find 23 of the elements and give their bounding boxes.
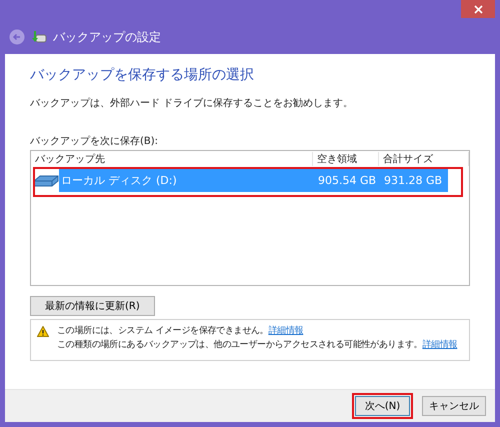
total-size: 931.28 GB — [384, 174, 444, 186]
description-text: バックアップは、外部ハード ドライブに保存することをお勧めします。 — [30, 96, 354, 110]
details-link[interactable]: 詳細情報 — [422, 338, 458, 351]
column-header[interactable]: バックアップ先 — [31, 152, 313, 166]
warning-text: この種類の場所にあるバックアップは、他のユーザーからアクセスされる可能性があります。 — [57, 338, 422, 351]
drive-icon — [33, 173, 59, 187]
free-space: 905.54 GB — [318, 174, 378, 186]
cancel-button[interactable]: キャンセル — [422, 396, 486, 416]
list-label: バックアップを次に保存(B): — [30, 134, 160, 148]
refresh-button[interactable]: 最新の情報に更新(R) — [30, 296, 155, 316]
close-button[interactable] — [461, 0, 495, 18]
column-header[interactable]: 合計サイズ — [379, 152, 469, 166]
window-title: バックアップの設定 — [53, 28, 161, 46]
backup-icon — [31, 29, 47, 45]
close-icon — [474, 4, 482, 14]
highlight-frame — [352, 393, 413, 419]
details-link[interactable]: 詳細情報 — [268, 324, 304, 337]
drive-name: ローカル ディスク (D:) — [61, 172, 178, 188]
page-heading: バックアップを保存する場所の選択 — [30, 66, 255, 84]
next-button[interactable]: 次へ(N) — [355, 396, 410, 416]
column-header[interactable]: 空き領域 — [313, 152, 379, 166]
warning-icon — [37, 326, 49, 337]
warning-text: この場所には、システム イメージを保存できません。 — [57, 324, 268, 337]
